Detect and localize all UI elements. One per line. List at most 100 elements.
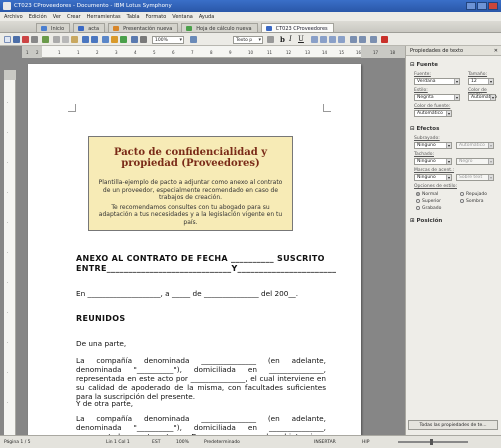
zoom-in-icon[interactable] (190, 36, 197, 43)
ruler-tick: · (7, 220, 9, 225)
accent-marks-select[interactable]: Ninguno ▾ (414, 174, 452, 181)
radio-superior[interactable]: Superior (416, 199, 441, 204)
section-efectos[interactable]: ⊟ Efectos (410, 126, 439, 132)
cut-icon[interactable] (53, 36, 60, 43)
underline-select[interactable]: Ninguno ▾ (414, 142, 452, 149)
close-button[interactable] (488, 2, 498, 10)
font-value: Verdana (417, 79, 436, 84)
chevron-down-icon: ▾ (446, 143, 451, 148)
home-icon (41, 26, 47, 31)
undo-icon[interactable] (82, 36, 89, 43)
radio-label: Grabado (422, 206, 442, 211)
indent-icon[interactable] (370, 36, 377, 43)
spellcheck-icon[interactable] (42, 36, 49, 43)
tab-hoja-calculo[interactable]: Hoja de cálculo nueva (181, 23, 258, 32)
zoom-slider-handle[interactable] (430, 439, 433, 445)
insert-image-icon[interactable] (111, 36, 118, 43)
font-select[interactable]: Verdana ▾ (414, 78, 460, 85)
strikethrough-select[interactable]: Ninguno ▾ (414, 158, 452, 165)
tab-ct023-cproveedores[interactable]: CT023 CProveedores (260, 23, 334, 32)
section-fuente[interactable]: ⊟ Fuente (410, 62, 438, 68)
tab-presentacion[interactable]: Presentación nueva (108, 23, 179, 32)
underline-color-select[interactable]: Automático ▾ (456, 142, 494, 149)
underline-button[interactable]: U (298, 35, 304, 43)
font-color-icon[interactable] (381, 36, 388, 43)
first-party-label: De una parte, (76, 339, 127, 348)
menu-tabla[interactable]: Tabla (127, 14, 140, 21)
document-workspace: 1 2 1 1 2 3 4 5 6 7 8 9 10 11 12 13 14 1… (0, 46, 405, 435)
radio-normal[interactable]: Normal (416, 192, 438, 197)
print-icon[interactable] (31, 36, 38, 43)
font-size-down-icon[interactable] (267, 36, 274, 43)
menu-archivo[interactable]: Archivo (4, 14, 23, 21)
zoom-slider[interactable] (398, 439, 468, 445)
template-note: Plantilla-ejemplo de pacto a adjuntar co… (98, 179, 283, 201)
copy-icon[interactable] (62, 36, 69, 43)
accent-position-value: Sobre text (459, 175, 483, 180)
second-party-label: Y de otra parte, (76, 399, 134, 408)
zoom-select[interactable]: 100% (152, 36, 184, 44)
strikethrough-color-select[interactable]: Negro ▾ (456, 158, 494, 165)
save-icon[interactable] (13, 36, 20, 43)
tab-acta[interactable]: acta (73, 23, 106, 32)
ruler-number: 1 (77, 50, 80, 55)
bold-button[interactable]: b (280, 35, 285, 44)
size-select[interactable]: 12 ▾ (468, 78, 494, 85)
align-center-icon[interactable] (320, 36, 327, 43)
text-properties-sidebar: Propiedades de texto ✕ ⊟ Fuente Fuente: … (405, 46, 501, 435)
horizontal-ruler[interactable]: 1 2 1 1 2 3 4 5 6 7 8 9 10 11 12 13 14 1… (22, 46, 405, 58)
ruler-margin-left (22, 46, 42, 58)
minimize-button[interactable] (466, 2, 476, 10)
bg-color-select[interactable]: Automático ▾ (468, 94, 497, 101)
document-page[interactable]: Pacto de confidencialidad y propiedad (P… (28, 64, 361, 435)
radio-repujado[interactable]: Repujado (460, 192, 487, 197)
font-color-select[interactable]: Automático ▾ (414, 110, 452, 117)
italic-button[interactable]: I (289, 35, 292, 43)
menu-ayuda[interactable]: Ayuda (199, 14, 214, 21)
style-value: Texto p (236, 38, 253, 43)
font-style-select[interactable]: Negrita ▾ (414, 94, 460, 101)
menu-formato[interactable]: Formato (146, 14, 167, 21)
menu-ver[interactable]: Ver (53, 14, 61, 21)
line-col-indicator: Lin 1 Col 1 (106, 440, 130, 445)
font-color-label: Color de fuente: (414, 104, 451, 109)
accent-marks-label: Marcas de acent.: (414, 168, 455, 173)
align-right-icon[interactable] (329, 36, 336, 43)
chevron-down-icon: ▾ (488, 175, 493, 180)
sidebar-title: Propiedades de texto (410, 48, 464, 54)
menu-edicion[interactable]: Edición (29, 14, 47, 21)
document-icon (265, 26, 272, 31)
paste-icon[interactable] (71, 36, 78, 43)
insert-mode[interactable]: INSERTAR (314, 440, 336, 445)
insert-chart-icon[interactable] (120, 36, 127, 43)
accent-position-select[interactable]: Sobre text ▾ (456, 174, 494, 181)
hyperlink-icon[interactable] (131, 36, 138, 43)
vertical-ruler[interactable]: · · · · · · · · · · · (4, 70, 16, 435)
close-icon[interactable]: ✕ (494, 48, 498, 54)
date-line: En ____________________, a _____ de ____… (76, 289, 299, 298)
align-left-icon[interactable] (311, 36, 318, 43)
radio-sombra[interactable]: Sombra (460, 199, 483, 204)
paragraph-style-select[interactable]: Texto p (233, 36, 263, 44)
radio-grabado[interactable]: Grabado (416, 206, 441, 211)
all-text-properties-button[interactable]: Todas las propiedades de te... (408, 420, 498, 430)
justify-icon[interactable] (338, 36, 345, 43)
menu-crear[interactable]: Crear (67, 14, 81, 21)
maximize-button[interactable] (477, 2, 487, 10)
radio-label: Superior (422, 199, 442, 204)
section-posicion[interactable]: ⊞ Posición (410, 218, 442, 224)
numbered-list-icon[interactable] (350, 36, 357, 43)
ruler-tick: · (7, 310, 9, 315)
ruler-number: 7 (191, 50, 194, 55)
redo-icon[interactable] (91, 36, 98, 43)
tab-inicio[interactable]: Inicio (36, 23, 71, 32)
new-icon[interactable] (4, 36, 11, 43)
export-pdf-icon[interactable] (22, 36, 29, 43)
menu-ventana[interactable]: Ventana (172, 14, 193, 21)
navigator-icon[interactable] (140, 36, 147, 43)
menu-herramientas[interactable]: Herramientas (87, 14, 121, 21)
formatting-toolbar: 100% Texto p b I U (0, 33, 501, 46)
bullet-list-icon[interactable] (359, 36, 366, 43)
insert-table-icon[interactable] (102, 36, 109, 43)
selection-mode[interactable]: EST (152, 440, 160, 445)
